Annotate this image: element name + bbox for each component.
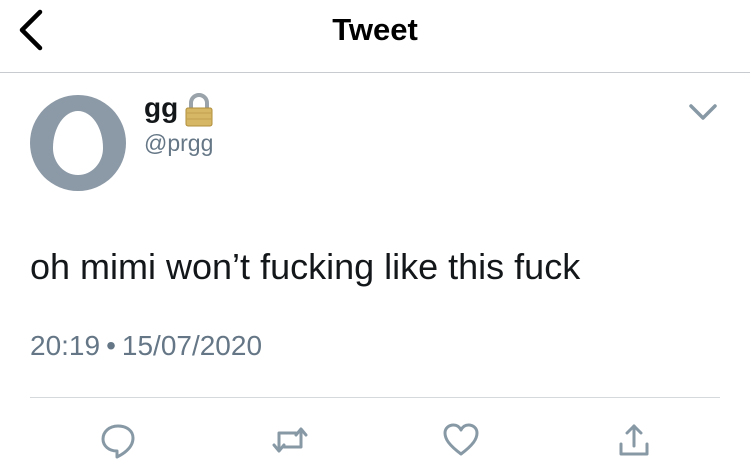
- tweet-text: oh mimi won’t fucking like this fuck: [30, 246, 581, 287]
- like-button[interactable]: [441, 420, 481, 460]
- retweet-icon: [272, 427, 308, 453]
- share-icon: [619, 424, 649, 456]
- tweet-date: 15/07/2020: [121, 330, 263, 361]
- share-button[interactable]: [614, 420, 654, 460]
- reply-icon: [101, 424, 135, 459]
- tweet-time: 20:19: [30, 330, 101, 361]
- tweet-timestamp: 20:19 • 15/07/2020: [30, 330, 262, 362]
- reply-button[interactable]: [98, 420, 138, 460]
- default-egg-avatar: [53, 111, 103, 175]
- chevron-down-icon: [689, 104, 717, 120]
- lock-icon: [185, 93, 213, 127]
- heart-icon: [443, 423, 479, 456]
- top-bar: Tweet: [0, 0, 750, 73]
- user-handle[interactable]: @prgg: [144, 130, 213, 157]
- divider: [30, 397, 720, 398]
- retweet-button[interactable]: [270, 420, 310, 460]
- meta-separator: •: [106, 330, 116, 361]
- display-name[interactable]: gg: [144, 92, 178, 124]
- avatar[interactable]: [30, 95, 126, 191]
- tweet-options-button[interactable]: [685, 100, 721, 124]
- page-title: Tweet: [332, 12, 418, 47]
